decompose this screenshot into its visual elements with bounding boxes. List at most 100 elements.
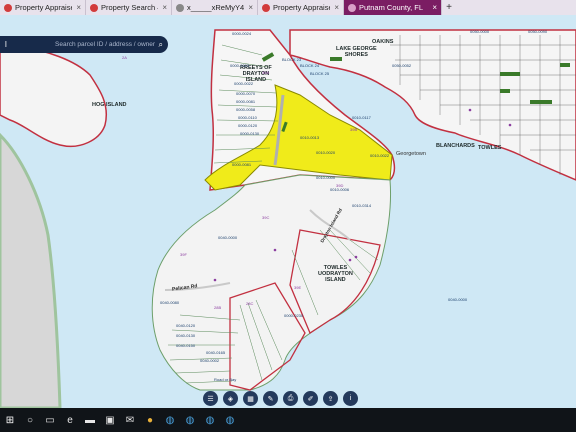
- explorer-icon[interactable]: ▬: [80, 408, 100, 432]
- windows-taskbar: ⊞ ○ ▭ e ▬ ▣ ✉ ● ◍ ◍ ◍ ◍: [0, 408, 576, 432]
- lake-george-shores-label: LAKE GEORGE SHORES: [336, 46, 377, 58]
- lot-label: 28B: [214, 305, 222, 310]
- print-icon[interactable]: ⎙: [283, 391, 298, 406]
- parcel-label[interactable]: 0040-0000: [218, 235, 237, 240]
- browser-tab-strip: Property Appraiser Inc×Property Search –…: [0, 0, 576, 15]
- map-canvas[interactable]: l ⌕ HOG ISLAND RREEYS OF DRAYTON ISLAND …: [0, 15, 576, 408]
- map-toolbar: ☰ ◈ ▦ ✎ ⎙ ✐ ⇪ i: [203, 391, 358, 408]
- tab-label: Property Search – Prop: [101, 3, 158, 12]
- parcel-label[interactable]: 0000-0081: [232, 162, 251, 167]
- block-label: BLOCK 23: [282, 57, 302, 62]
- lot-label: 39D: [336, 183, 344, 188]
- list-icon[interactable]: ☰: [203, 391, 218, 406]
- parcel-label[interactable]: 0010-0314: [352, 203, 371, 208]
- hog-island-land: [0, 44, 107, 147]
- parcel-label[interactable]: 0000-0110: [238, 115, 257, 120]
- mail-icon[interactable]: ✉: [120, 408, 140, 432]
- lot-label: 39C: [262, 215, 270, 220]
- browser-tab[interactable]: Property Search – Prop ×: [86, 0, 172, 15]
- share-icon[interactable]: ⇪: [323, 391, 338, 406]
- browser-tab[interactable]: Property Appraiser Inc ×: [258, 0, 344, 15]
- tab-favicon-icon: [348, 3, 356, 12]
- block-label: BLOCK 24: [300, 63, 320, 68]
- parcel-label[interactable]: 0000-0230: [284, 313, 303, 318]
- browser-tab[interactable]: Putnam County, FL ×: [344, 0, 442, 15]
- lot-label: 39A: [262, 70, 270, 75]
- parcel-label[interactable]: 0040-0080: [160, 300, 179, 305]
- parcel-label[interactable]: 0000-0130: [240, 131, 259, 136]
- close-tab-icon[interactable]: ×: [432, 3, 437, 12]
- app-icon[interactable]: ◍: [220, 408, 240, 432]
- road-or-bay-label: Road or Bay: [214, 377, 237, 382]
- parcel-label[interactable]: 0010-0000: [316, 175, 335, 180]
- tab-label: Putnam County, FL: [359, 3, 424, 12]
- parcel-label[interactable]: 0000-0070: [236, 91, 255, 96]
- map-graphics: [0, 29, 576, 408]
- browser-tab[interactable]: Property Appraiser Inc ×: [0, 0, 86, 15]
- parcel-label[interactable]: 0000-0058: [236, 107, 255, 112]
- parcel-label[interactable]: 0050-0090: [528, 29, 547, 34]
- parcel-label[interactable]: 0040-0130: [176, 333, 195, 338]
- parcel-label[interactable]: 0010-0013: [300, 135, 319, 140]
- georgetown-label: Georgetown: [396, 151, 426, 157]
- lot-label: 2A: [122, 55, 127, 60]
- blanchards-label: BLANCHARDS: [436, 143, 475, 149]
- parcel-label[interactable]: 0040-0002: [200, 358, 219, 363]
- lot-label: 39F: [180, 252, 187, 257]
- hog-island-label: HOG ISLAND: [92, 102, 127, 108]
- tab-favicon-icon: [262, 3, 270, 12]
- tab-label: Property Appraiser Inc: [273, 3, 330, 12]
- edge-icon[interactable]: e: [60, 408, 80, 432]
- parcel-label[interactable]: 0000-0081: [236, 99, 255, 104]
- new-tab-icon[interactable]: +: [442, 0, 456, 15]
- parcel-label[interactable]: 0010-0020: [316, 150, 335, 155]
- tab-favicon-icon: [4, 3, 12, 12]
- lot-label: 28C: [246, 301, 254, 306]
- app-icon[interactable]: ◍: [180, 408, 200, 432]
- west-shore-land: [0, 132, 62, 408]
- measure-icon[interactable]: ✎: [263, 391, 278, 406]
- taskview-icon[interactable]: ▭: [40, 408, 60, 432]
- close-tab-icon[interactable]: ×: [162, 3, 167, 12]
- tab-label: Property Appraiser Inc: [15, 3, 72, 12]
- parcel-search-input[interactable]: [55, 41, 157, 48]
- close-tab-icon[interactable]: ×: [248, 3, 253, 12]
- parcel-label[interactable]: 0050-0000: [470, 29, 489, 34]
- search-icon[interactable]: ○: [20, 408, 40, 432]
- grid-icon[interactable]: ▦: [243, 391, 258, 406]
- parcel-label[interactable]: 0000-0120: [238, 123, 257, 128]
- oakins-label: OAKINS: [372, 39, 394, 45]
- parcel-label[interactable]: 0000-0022: [234, 81, 253, 86]
- search-icon[interactable]: ⌕: [159, 40, 163, 50]
- tab-favicon-icon: [90, 3, 98, 12]
- parcel-label[interactable]: 0040-0165: [206, 350, 225, 355]
- parcel-label[interactable]: 0000-0024: [232, 31, 251, 36]
- layers-icon[interactable]: ◈: [223, 391, 238, 406]
- app-icon[interactable]: ◍: [160, 408, 180, 432]
- menu-icon[interactable]: l: [5, 40, 15, 49]
- app-icon[interactable]: ◍: [200, 408, 220, 432]
- browser-tab[interactable]: x_____xReMyY4tjKSQJ×: [172, 0, 258, 15]
- lot-label: 39B: [350, 127, 358, 132]
- info-icon[interactable]: i: [343, 391, 358, 406]
- parcel-label[interactable]: 0000-0023: [230, 63, 249, 68]
- tab-favicon-icon: [176, 3, 184, 12]
- store-icon[interactable]: ▣: [100, 408, 120, 432]
- close-tab-icon[interactable]: ×: [334, 3, 339, 12]
- lot-label: 39E: [294, 285, 302, 290]
- tab-label: x_____xReMyY4tjKSQJ: [187, 3, 245, 12]
- close-tab-icon[interactable]: ×: [76, 3, 81, 12]
- block-label: BLOCK 25: [310, 71, 330, 76]
- towles-drayton-label: TOWLES UODRAYTON ISLAND: [318, 265, 353, 283]
- parcel-label[interactable]: 0040-0120: [176, 323, 195, 328]
- draw-icon[interactable]: ✐: [303, 391, 318, 406]
- parcel-label[interactable]: 0010-0117: [352, 115, 371, 120]
- chrome-icon[interactable]: ●: [140, 408, 160, 432]
- towles-label: TOWLES: [478, 145, 502, 151]
- parcel-label[interactable]: 0010-0022: [370, 153, 389, 158]
- map-search-bar: l ⌕: [0, 36, 168, 53]
- parcel-label[interactable]: 0040-0150: [176, 343, 195, 348]
- parcel-label[interactable]: 0050-0052: [392, 63, 411, 68]
- start-icon[interactable]: ⊞: [0, 408, 20, 432]
- parcel-label[interactable]: 0040-0000: [448, 297, 467, 302]
